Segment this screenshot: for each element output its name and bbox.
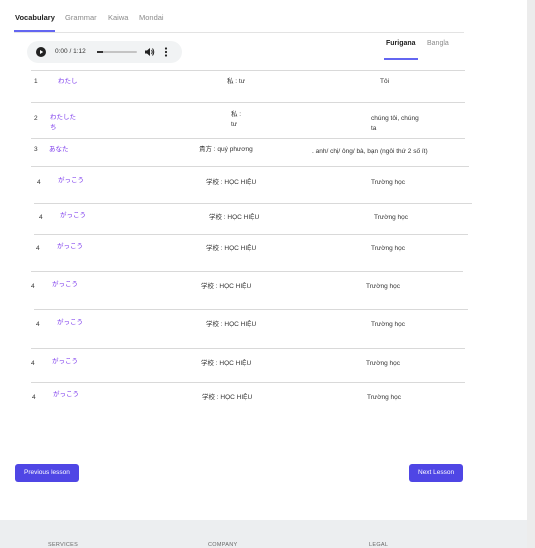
row-number: 4 bbox=[37, 179, 41, 186]
row-kanji: 貴方 : quý phương bbox=[199, 146, 253, 153]
row-kanji-wrap: tư bbox=[231, 121, 238, 128]
row-meaning: Trường học bbox=[371, 179, 406, 186]
row-kana: がっこう bbox=[60, 212, 86, 219]
row-divider bbox=[31, 70, 465, 71]
row-divider bbox=[31, 348, 465, 349]
row-kanji: 学校 : HỌC HIỆU bbox=[202, 394, 253, 401]
audio-player: 0:00 / 1:12 bbox=[27, 41, 182, 63]
row-kanji: 学校 : HỌC HIỆU bbox=[206, 245, 257, 252]
row-meaning: Trường học bbox=[371, 321, 406, 328]
row-number: 4 bbox=[36, 245, 40, 252]
active-tab-indicator bbox=[14, 30, 55, 32]
row-number: 4 bbox=[39, 214, 43, 221]
row-kanji: 学校 : HỌC HIỆU bbox=[206, 179, 257, 186]
footer: SERVICES COMPANY LEGAL bbox=[0, 520, 527, 548]
row-number: 2 bbox=[34, 115, 38, 122]
row-kana: わたし bbox=[58, 78, 78, 85]
next-lesson-button[interactable]: Next Lesson bbox=[409, 464, 464, 482]
row-divider bbox=[31, 138, 465, 139]
tab-bangla[interactable]: Bangla bbox=[427, 40, 449, 47]
row-divider bbox=[31, 102, 465, 103]
row-kana: がっこう bbox=[52, 358, 78, 365]
row-kana: わたした bbox=[50, 114, 76, 121]
row-kana: がっこう bbox=[58, 177, 84, 184]
row-kana: がっこう bbox=[57, 243, 83, 250]
tab-grammar[interactable]: Grammar bbox=[65, 13, 97, 22]
row-kana: がっこう bbox=[53, 391, 79, 398]
row-meaning: chúng tôi, chúng bbox=[371, 115, 419, 122]
row-kanji: 私 : bbox=[231, 111, 242, 118]
footer-heading-legal: LEGAL bbox=[369, 542, 389, 548]
row-meaning-wrap: ta bbox=[371, 125, 377, 132]
row-meaning: . anh/ chị/ ông/ bà, bạn (ngôi thứ 2 số … bbox=[312, 148, 428, 155]
lesson-tabs: Vocabulary Grammar Kaiwa Mondai bbox=[14, 10, 464, 33]
row-kanji: 学校 : HỌC HIỆU bbox=[201, 283, 252, 290]
tab-mondai[interactable]: Mondai bbox=[139, 13, 164, 22]
row-meaning: Trường học bbox=[366, 360, 401, 367]
row-kanji: 学校 : HỌC HIỆU bbox=[209, 214, 260, 221]
row-meaning: Trường học bbox=[366, 283, 401, 290]
more-vert-icon[interactable] bbox=[163, 47, 169, 57]
row-divider bbox=[31, 271, 463, 272]
tab-vocabulary[interactable]: Vocabulary bbox=[15, 13, 55, 22]
row-number: 4 bbox=[31, 283, 35, 290]
row-number: 4 bbox=[31, 360, 35, 367]
audio-time: 0:00 / 1:12 bbox=[55, 48, 86, 55]
row-number: 3 bbox=[34, 146, 38, 153]
footer-heading-services: SERVICES bbox=[48, 542, 79, 548]
row-kana: あなた bbox=[49, 146, 69, 153]
play-icon[interactable] bbox=[36, 47, 46, 57]
audio-progress-bar[interactable] bbox=[97, 51, 137, 53]
row-divider bbox=[34, 234, 468, 235]
row-meaning: Trường học bbox=[374, 214, 409, 221]
row-meaning: Trường học bbox=[371, 245, 406, 252]
row-kanji: 学校 : HỌC HIỆU bbox=[201, 360, 252, 367]
row-number: 4 bbox=[32, 394, 36, 401]
row-kanji: 私 : tư bbox=[227, 78, 246, 85]
row-divider bbox=[34, 203, 472, 204]
row-divider bbox=[31, 166, 469, 167]
row-kanji: 学校 : HỌC HIỆU bbox=[206, 321, 257, 328]
active-display-tab-indicator bbox=[384, 58, 418, 60]
row-meaning: Tôi bbox=[380, 78, 390, 85]
footer-heading-company: COMPANY bbox=[208, 542, 238, 548]
row-kana: がっこう bbox=[52, 281, 78, 288]
row-meaning: Trường học bbox=[367, 394, 402, 401]
row-number: 4 bbox=[36, 321, 40, 328]
row-kana-wrap: ち bbox=[50, 124, 57, 131]
tab-furigana[interactable]: Furigana bbox=[386, 40, 416, 47]
row-kana: がっこう bbox=[57, 319, 83, 326]
page-scrollbar[interactable] bbox=[527, 0, 535, 548]
tab-kaiwa[interactable]: Kaiwa bbox=[108, 13, 128, 22]
row-number: 1 bbox=[34, 78, 38, 85]
volume-icon[interactable] bbox=[144, 47, 155, 57]
row-divider bbox=[31, 382, 465, 383]
previous-lesson-button[interactable]: Previous lesson bbox=[15, 464, 79, 482]
row-divider bbox=[34, 309, 468, 310]
